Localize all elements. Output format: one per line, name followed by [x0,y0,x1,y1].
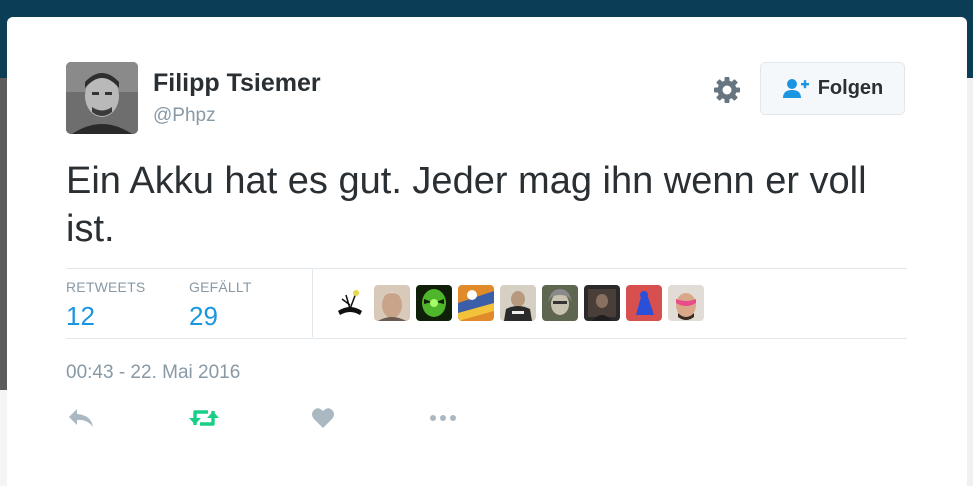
liker-avatar-4[interactable] [458,285,494,321]
author-display-name[interactable]: Filipp Tsiemer [153,69,321,98]
retweets-label: RETWEETS [66,279,146,295]
likers-avatars [332,285,704,321]
liker-avatar-8[interactable] [626,285,662,321]
liker-avatar-6[interactable] [542,285,578,321]
more-icon[interactable] [428,405,458,436]
follow-button[interactable]: Folgen [760,62,905,115]
avatar-photo [66,62,138,134]
gear-icon[interactable] [712,75,742,105]
liker-avatar-1[interactable] [332,285,368,321]
tweet-card: Filipp Tsiemer @Phpz Folgen Ein Akku hat… [7,17,967,486]
retweets-count: 12 [66,301,95,331]
stats-divider-top [66,268,907,269]
stats-divider-bottom [66,338,907,339]
likes-label: GEFÄLLT [189,279,252,295]
retweets-stat[interactable]: RETWEETS 12 [66,279,145,332]
author-handle[interactable]: @Phpz [153,105,216,127]
user-plus-icon [782,78,809,98]
author-avatar[interactable] [66,62,138,134]
liker-avatar-7[interactable] [584,285,620,321]
tweet-timestamp[interactable]: 00:43 - 22. Mai 2016 [66,362,240,384]
liker-avatar-5[interactable] [500,285,536,321]
likes-stat[interactable]: GEFÄLLT 29 [189,279,252,332]
like-icon[interactable] [310,405,336,436]
background-right-edge [967,78,973,486]
liker-avatar-2[interactable] [374,285,410,321]
likes-count: 29 [189,301,218,331]
retweet-icon[interactable] [188,405,220,436]
tweet-text: Ein Akku hat es gut. Jeder mag ihn wenn … [66,160,867,250]
reply-icon[interactable] [67,405,95,436]
follow-button-label: Folgen [817,77,884,99]
liker-avatar-9[interactable] [668,285,704,321]
liker-avatar-3[interactable] [416,285,452,321]
stats-separator [312,269,313,337]
